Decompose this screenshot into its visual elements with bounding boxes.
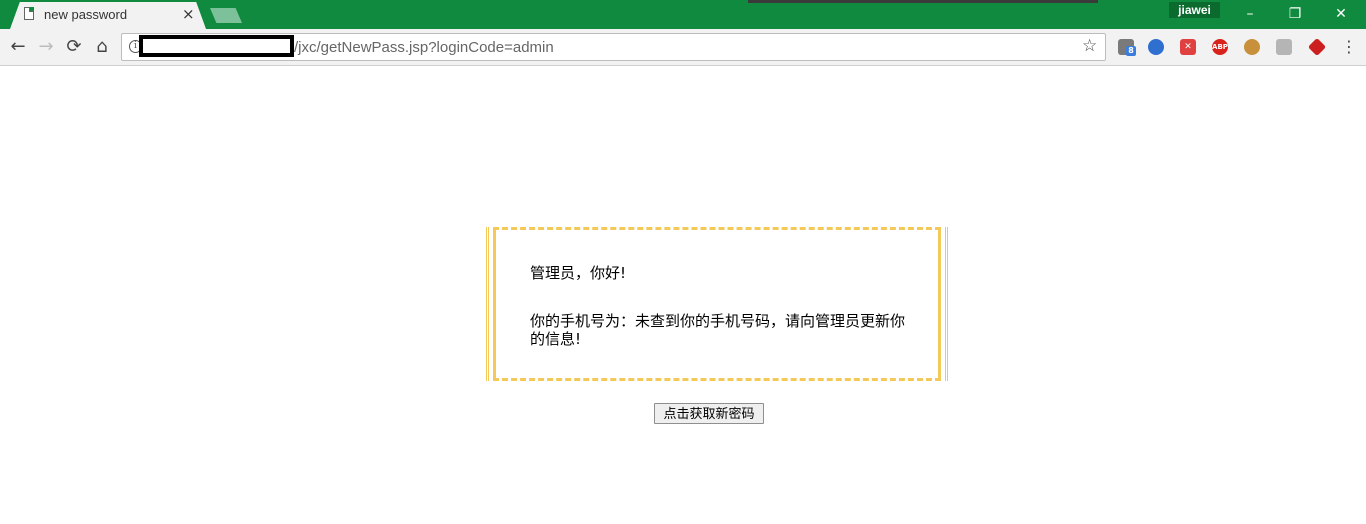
bookmark-star-icon[interactable]: ☆ <box>1082 36 1097 56</box>
browser-toolbar: ← → ⟳ ⌂ i /jxc/getNewPass.jsp?loginCode=… <box>0 29 1366 66</box>
page-icon <box>24 7 34 20</box>
home-button[interactable]: ⌂ <box>91 36 113 58</box>
mail-extension-icon[interactable]: 8 <box>1118 39 1136 56</box>
title-bar: new password × jiawei – ❐ ✕ <box>0 0 1366 29</box>
redacted-host <box>139 35 294 57</box>
get-new-password-button[interactable]: 点击获取新密码 <box>654 403 764 424</box>
phone-message: 你的手机号为：未查到你的手机号码，请向管理员更新你的信息! <box>530 312 906 348</box>
greeting-text: 管理员，你好! <box>530 264 627 282</box>
reload-button[interactable]: ⟳ <box>63 36 85 58</box>
address-bar[interactable]: i /jxc/getNewPass.jsp?loginCode=admin ☆ <box>121 33 1106 61</box>
tab-title: new password <box>44 7 128 22</box>
back-button[interactable]: ← <box>7 36 29 58</box>
globe-extension-icon[interactable] <box>1148 39 1164 55</box>
titlebar-widget <box>748 0 1098 3</box>
minimize-button[interactable]: – <box>1227 4 1273 24</box>
restore-button[interactable]: ❐ <box>1272 4 1318 24</box>
diamond-extension-icon[interactable] <box>1307 37 1327 57</box>
info-card-inner: 管理员，你好! 你的手机号为：未查到你的手机号码，请向管理员更新你的信息! <box>493 227 941 381</box>
new-tab-button[interactable] <box>210 8 242 23</box>
cookie-extension-icon[interactable] <box>1244 39 1260 55</box>
mail-badge: 8 <box>1126 46 1136 56</box>
x-extension-icon[interactable]: ✕ <box>1180 39 1196 55</box>
forward-button[interactable]: → <box>35 36 57 58</box>
browser-menu-icon[interactable]: ⋮ <box>1341 37 1357 57</box>
url-text[interactable]: /jxc/getNewPass.jsp?loginCode=admin <box>294 39 554 56</box>
close-window-button[interactable]: ✕ <box>1318 4 1364 24</box>
search-extension-icon[interactable] <box>1276 39 1292 55</box>
profile-button[interactable]: jiawei <box>1169 2 1220 18</box>
info-card: 管理员，你好! 你的手机号为：未查到你的手机号码，请向管理员更新你的信息! <box>486 227 948 381</box>
adblock-plus-icon[interactable]: ABP <box>1212 39 1228 55</box>
tab-close-icon[interactable]: × <box>182 5 195 23</box>
